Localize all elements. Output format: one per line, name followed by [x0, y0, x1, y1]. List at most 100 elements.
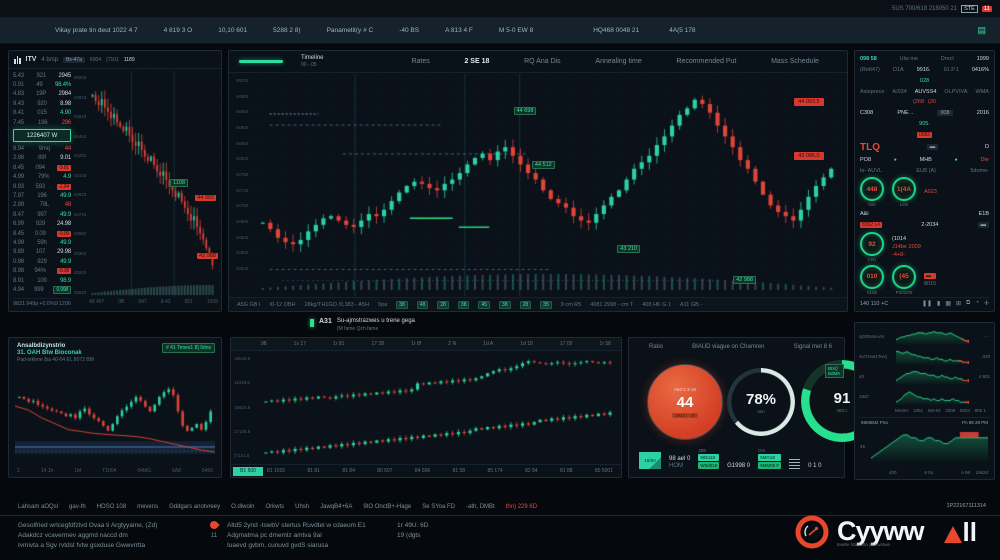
watchlist-row[interactable]: 4.949990.998	[13, 285, 71, 294]
footer-menu-item[interactable]: Lahsam aOQsl	[18, 504, 58, 510]
stat-tile[interactable]: 18/50	[639, 452, 661, 469]
watchlist-row[interactable]: 7.9719649.9	[13, 191, 71, 200]
footer-item[interactable]: 408 HK G.1	[642, 302, 671, 308]
watchlist-row[interactable]: 8.45094-9.81	[13, 163, 71, 172]
axis-cell[interactable]: B1 500	[233, 467, 263, 476]
footer-menu-item[interactable]: O.dlwoln	[231, 504, 254, 510]
footer-item[interactable]: 4081 2998 - cm T	[590, 302, 633, 308]
footer-menu-item[interactable]: Uhsh	[295, 504, 309, 510]
tab-recommended-put[interactable]: Recommended Put	[676, 58, 736, 65]
window-icon[interactable]: ⊞	[956, 300, 961, 307]
footer-menu-item[interactable]: 9IO OnctB+-Hage	[363, 504, 411, 510]
watchlist-row[interactable]: 8.450.09-9.99	[13, 229, 71, 238]
footer-chip[interactable]: 48	[417, 301, 429, 309]
mini-chart-canvas[interactable]	[15, 382, 215, 461]
tab-annealing-time[interactable]: Annealing time	[595, 58, 641, 65]
symbol-label[interactable]: ITV	[26, 56, 37, 63]
stop-icon[interactable]: ▮	[937, 300, 940, 307]
notification-badge[interactable]: 11	[982, 6, 992, 12]
stat-tile[interactable]: W5d018	[698, 462, 719, 469]
watchlist-highlight[interactable]: 1226407 W	[13, 129, 71, 142]
watchlist-row[interactable]: 2.9889f9.01	[13, 154, 71, 163]
left-chart-canvas[interactable]	[89, 71, 218, 297]
watchlist-row[interactable]: 0.914998.4%	[13, 80, 71, 89]
watchlist-row[interactable]: 8.9894%-8.98	[13, 266, 71, 275]
watchlist-row[interactable]: 8.93593-2.84	[13, 182, 71, 191]
footer-chip[interactable]: 38	[458, 301, 470, 309]
menu-icon[interactable]	[789, 459, 800, 470]
mini-gauge[interactable]: 92(45)	[860, 232, 884, 262]
toolbar-item[interactable]: 4 819 3 O	[164, 27, 193, 34]
clock-icon[interactable]: ◔	[975, 300, 979, 307]
footer-item[interactable]: 28kg/TH1GO /0,383 - A5H	[305, 302, 370, 308]
watchlist-row[interactable]: 8.4799749.9	[13, 210, 71, 219]
timeframe-badge[interactable]: # 41 Times1 8] 9dns	[162, 343, 215, 353]
watchlist-row[interactable]: 4.8319P2984	[13, 90, 71, 99]
footer-item[interactable]: A5G GB I	[237, 302, 261, 308]
footer-menu-item[interactable]: HOSO 108	[97, 504, 126, 510]
mini-gauge[interactable]: (45P2010/5	[892, 265, 916, 295]
watchlist-row[interactable]: 8.9110998.9	[13, 276, 71, 285]
footer-chip[interactable]: 45	[478, 301, 490, 309]
mini-gauge[interactable]: 1(4ALem	[892, 177, 916, 207]
toolbar-item[interactable]: Panametit(y # C	[327, 27, 374, 34]
footer-item[interactable]: I0-12 OBH	[270, 302, 296, 308]
sparkline-canvas[interactable]	[896, 328, 969, 345]
footer-item[interactable]: A11 GB -	[680, 302, 702, 308]
toolbar-item[interactable]: Vikay prate tin deut 1022 4 7	[55, 27, 138, 34]
sparkline-canvas[interactable]	[896, 388, 969, 405]
grid-icon[interactable]: ▦	[945, 300, 951, 307]
watchlist-row[interactable]: 7.45196296	[13, 118, 71, 127]
watchlist-row[interactable]: 6.9992924.98	[13, 219, 71, 228]
watchlist-row[interactable]: 5.439212945	[13, 71, 71, 80]
mini-gauge[interactable]: 4480vb	[860, 177, 884, 207]
watchlist-row[interactable]: 4.9979%4.9	[13, 173, 71, 182]
footer-menu-item[interactable]: Gddgars anotvreey	[169, 504, 220, 510]
titlebar-chip[interactable]: STE	[961, 5, 978, 13]
chart-icon[interactable]: ▤	[977, 25, 986, 36]
footer-item[interactable]: 9 cm R5	[561, 302, 581, 308]
footer-chip[interactable]: 38	[396, 301, 408, 309]
pause-icon[interactable]: ❚❚	[922, 300, 932, 307]
toolbar-item[interactable]: HQ468 0048 21	[593, 27, 639, 34]
main-chart-plot[interactable]: 4502044980449404490044860448204478044740…	[233, 74, 843, 296]
timeline-progress[interactable]	[239, 60, 283, 63]
area-chart-canvas[interactable]	[871, 430, 988, 462]
footer-chip[interactable]: 28	[520, 301, 532, 309]
footer-chip[interactable]: 35	[540, 301, 552, 309]
toolbar-item[interactable]: 4A(5 178	[669, 27, 695, 34]
tab-mass-schedule[interactable]: Mass Schedule	[771, 58, 819, 65]
copy-icon[interactable]: ⧉	[966, 300, 970, 307]
footer-menu-item[interactable]: Se SYoa FD	[422, 504, 455, 510]
mini-gauge[interactable]: 0100105	[860, 265, 884, 295]
symbol-chip[interactable]: Bx-47a	[63, 57, 85, 63]
footer-menu-item[interactable]: Orkwts	[265, 504, 284, 510]
tab-2-se-18[interactable]: 2 SE 18	[464, 58, 489, 65]
stat-tile[interactable]: 985118	[698, 454, 719, 461]
toolbar-item[interactable]: 5288 2 8)	[273, 27, 300, 34]
watchlist-row[interactable]: 2.9979L48	[13, 201, 71, 210]
stat-tile[interactable]: 9MM05 F	[758, 462, 781, 469]
sparkline-canvas[interactable]	[896, 368, 969, 385]
watchlist-row[interactable]: 8.410154.90	[13, 109, 71, 118]
plus-icon[interactable]: ✛	[984, 300, 989, 307]
gauge-ratio[interactable]: A63 5 3-16 44 MMA) - W	[647, 364, 723, 440]
tab-rq-ana-dis[interactable]: RQ Ana Dis	[524, 58, 561, 65]
timeframe-label[interactable]: 4 brsp	[41, 57, 58, 63]
toolbar-item[interactable]: 10,10 601	[218, 27, 247, 34]
footer-menu-item[interactable]: -ath, DMBt	[466, 504, 495, 510]
watchlist-row[interactable]: 4.9959h49.9	[13, 238, 71, 247]
stat-tile[interactable]: 9MO18	[758, 454, 781, 461]
footer-menu-item[interactable]: gav-th	[69, 504, 86, 510]
watchlist-row[interactable]: 0.9892949.9	[13, 257, 71, 266]
footer-menu-item[interactable]: mevens	[137, 504, 158, 510]
watchlist-row[interactable]: 8.949mq44	[13, 144, 71, 153]
toolbar-item[interactable]: M 5-0 EW 8	[499, 27, 533, 34]
toolbar-item[interactable]: -40 BS	[399, 27, 419, 34]
sparkline-canvas[interactable]	[896, 348, 969, 365]
watchlist-row[interactable]: 9.8910729.98	[13, 248, 71, 257]
main-chart-canvas[interactable]	[233, 74, 843, 296]
footer-chip[interactable]: 38	[499, 301, 511, 309]
footer-chip[interactable]: 28	[437, 301, 449, 309]
footer-menu-item[interactable]: thn) 229 6D	[506, 504, 537, 510]
